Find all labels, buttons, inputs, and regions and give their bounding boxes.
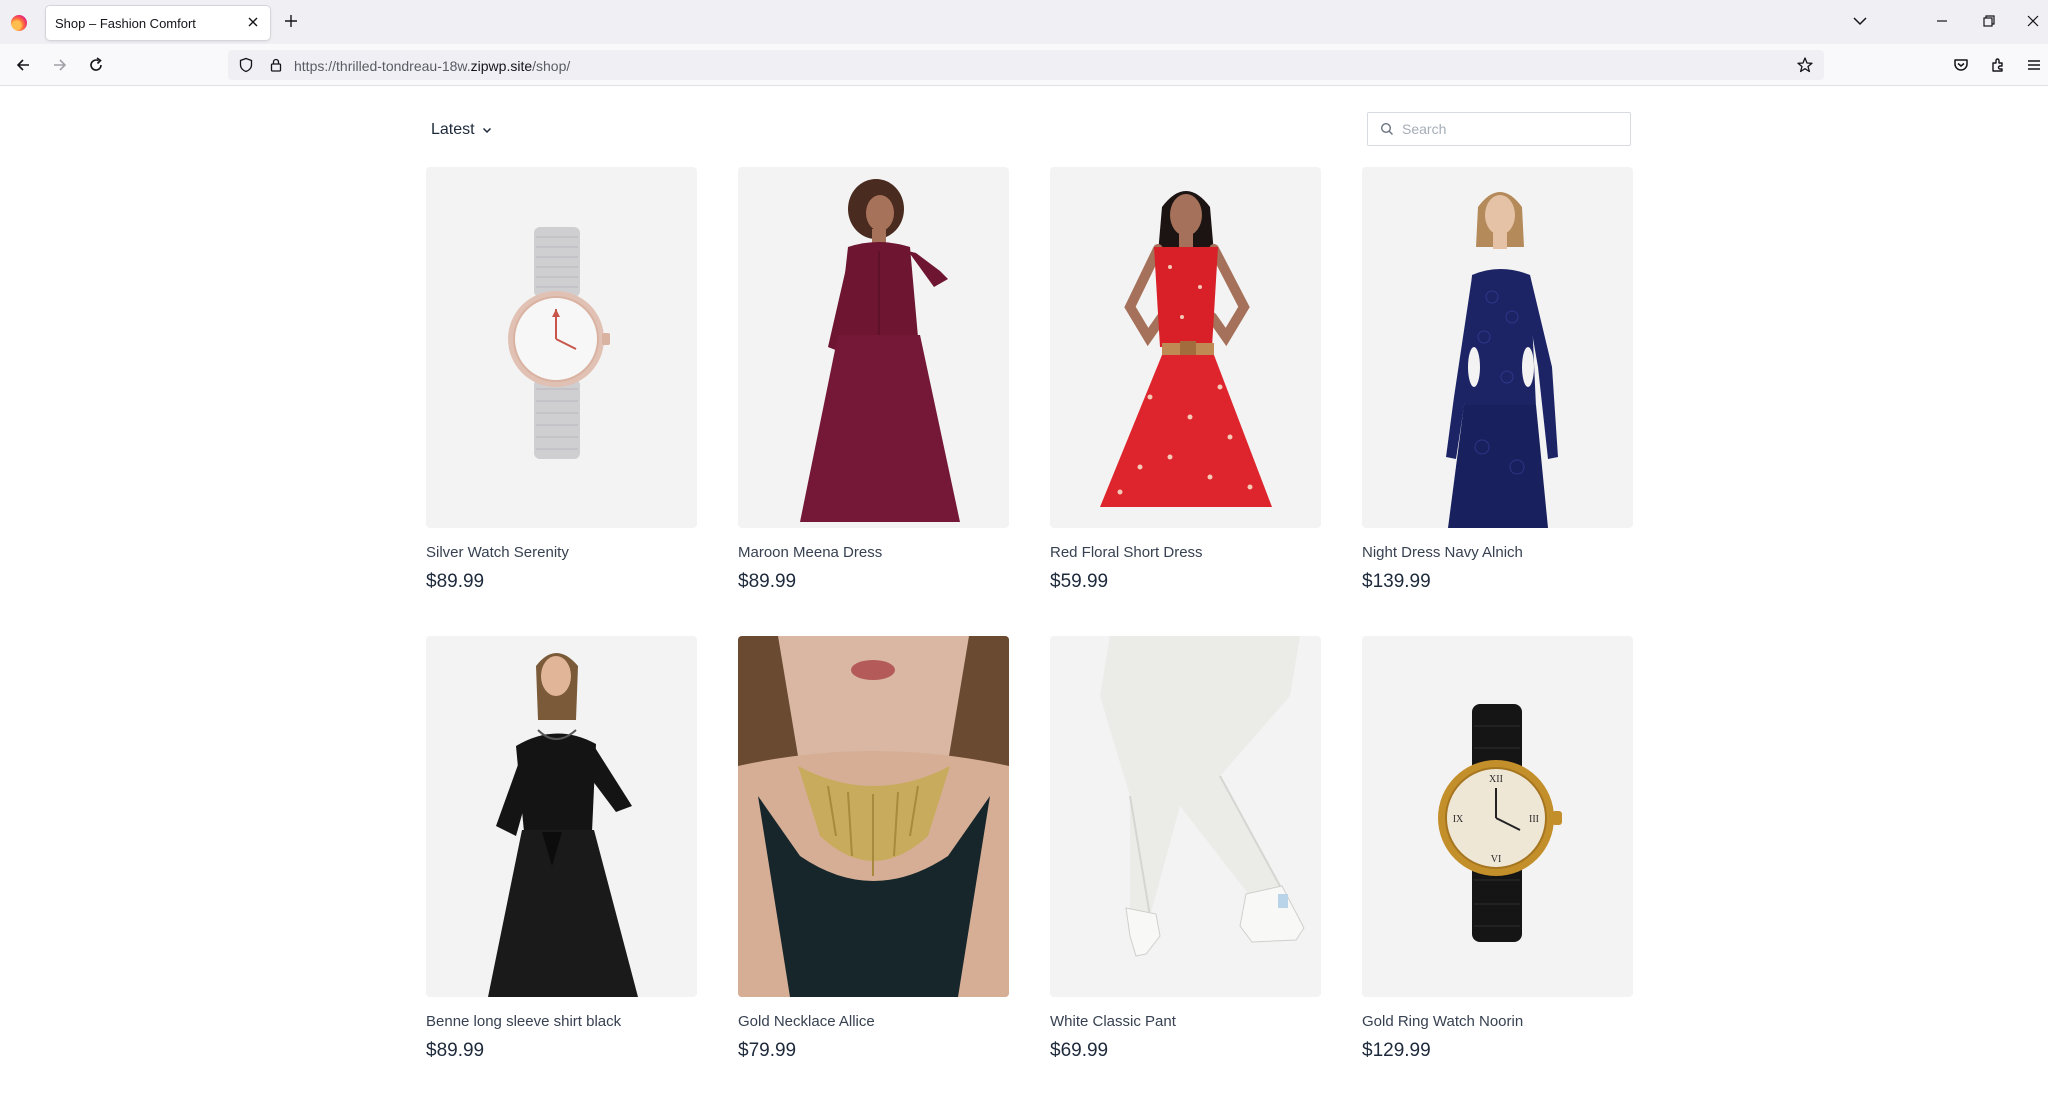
extensions-icon[interactable]	[1988, 55, 2008, 75]
restore-icon[interactable]	[1980, 12, 1998, 30]
svg-text:IX: IX	[1453, 814, 1464, 825]
pocket-icon[interactable]	[1951, 55, 1971, 75]
list-all-tabs-icon[interactable]	[1851, 12, 1869, 30]
product-image-red-floral-dress[interactable]	[1050, 167, 1321, 528]
product-price: $69.99	[1050, 1040, 1109, 1061]
close-window-icon[interactable]	[2024, 12, 2042, 30]
product-name[interactable]: Red Floral Short Dress	[1050, 544, 1321, 561]
product-price: $89.99	[426, 1040, 485, 1061]
product-grid: Silver Watch Serenity $89.99 Maroon Meen…	[426, 167, 1633, 1062]
browser-tab-active[interactable]: Shop – Fashion Comfort	[46, 6, 270, 40]
svg-text:XII: XII	[1489, 774, 1503, 785]
product-card[interactable]: Maroon Meena Dress $89.99	[738, 167, 1009, 593]
product-image-silver-watch[interactable]	[426, 167, 697, 528]
tab-title: Shop – Fashion Comfort	[55, 16, 196, 31]
lock-icon[interactable]	[268, 57, 284, 73]
product-card[interactable]: Benne long sleeve shirt black $89.99	[426, 636, 697, 1062]
product-price: $79.99	[738, 1040, 797, 1061]
browser-nav-bar: https://thrilled-tondreau-18w.zipwp.site…	[0, 44, 2048, 86]
product-card[interactable]: XII III VI IX Gold Ring Watch Noorin $129.9…	[1362, 636, 1633, 1062]
product-image-white-pant[interactable]	[1050, 636, 1321, 997]
firefox-logo-icon	[11, 15, 27, 31]
search-icon	[1380, 122, 1393, 135]
browser-tab-bar: Shop – Fashion Comfort	[0, 0, 2048, 44]
product-card[interactable]: Night Dress Navy Alnich $139.99	[1362, 167, 1633, 593]
product-name[interactable]: Gold Ring Watch Noorin	[1362, 1013, 1633, 1030]
forward-arrow-icon[interactable]	[50, 55, 70, 75]
address-bar[interactable]: https://thrilled-tondreau-18w.zipwp.site…	[228, 50, 1824, 80]
product-price: $129.99	[1362, 1040, 1431, 1061]
product-name[interactable]: Night Dress Navy Alnich	[1362, 544, 1633, 561]
product-price: $89.99	[426, 571, 485, 592]
reload-icon[interactable]	[86, 55, 106, 75]
product-card[interactable]: Silver Watch Serenity $89.99	[426, 167, 697, 593]
product-name[interactable]: Maroon Meena Dress	[738, 544, 1009, 561]
close-tab-icon[interactable]	[245, 14, 261, 30]
product-image-maroon-dress[interactable]	[738, 167, 1009, 528]
product-name[interactable]: Benne long sleeve shirt black	[426, 1013, 697, 1030]
product-card[interactable]: Gold Necklace Allice $79.99	[738, 636, 1009, 1062]
product-name[interactable]: Gold Necklace Allice	[738, 1013, 1009, 1030]
product-card[interactable]: Red Floral Short Dress $59.99	[1050, 167, 1321, 593]
product-price: $89.99	[738, 571, 797, 592]
new-tab-icon[interactable]	[282, 12, 300, 30]
product-image-navy-lace-dress[interactable]	[1362, 167, 1633, 528]
menu-hamburger-icon[interactable]	[2024, 55, 2044, 75]
product-search-box[interactable]	[1367, 112, 1631, 146]
search-input[interactable]	[1402, 119, 1622, 139]
product-price: $59.99	[1050, 571, 1109, 592]
product-name[interactable]: White Classic Pant	[1050, 1013, 1321, 1030]
back-arrow-icon[interactable]	[13, 55, 33, 75]
sort-dropdown[interactable]: Latest	[431, 121, 493, 139]
product-image-gold-necklace[interactable]	[738, 636, 1009, 997]
svg-text:VI: VI	[1491, 854, 1502, 865]
minimize-icon[interactable]	[1933, 12, 1951, 30]
product-price: $139.99	[1362, 571, 1431, 592]
chevron-down-icon	[482, 127, 491, 134]
bookmark-star-icon[interactable]	[1796, 56, 1814, 74]
shield-icon[interactable]	[238, 57, 254, 73]
product-name[interactable]: Silver Watch Serenity	[426, 544, 697, 561]
product-image-gold-watch[interactable]: XII III VI IX	[1362, 636, 1633, 997]
product-card[interactable]: White Classic Pant $69.99	[1050, 636, 1321, 1062]
product-image-black-dress[interactable]	[426, 636, 697, 997]
sort-label: Latest	[431, 121, 475, 138]
url-text: https://thrilled-tondreau-18w.zipwp.site…	[294, 58, 571, 74]
svg-text:III: III	[1529, 814, 1539, 825]
